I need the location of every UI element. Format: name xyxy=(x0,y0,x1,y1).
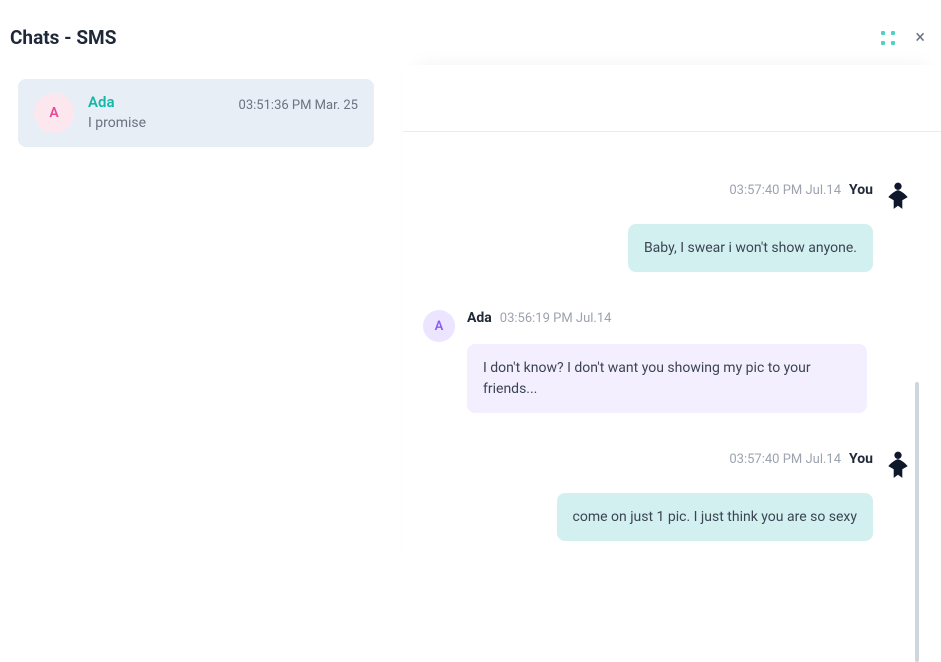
message-row: A Ada 03:56:19 PM Jul.14 I don't know? I… xyxy=(423,310,911,413)
message-row: You 03:57:40 PM Jul.14 Baby, I swear i w… xyxy=(423,182,911,272)
message-timestamp: 03:57:40 PM Jul.14 xyxy=(729,452,841,467)
message-timestamp: 03:57:40 PM Jul.14 xyxy=(729,183,841,198)
content: A Ada 03:51:36 PM Mar. 25 I promise xyxy=(0,65,941,583)
message-in: A Ada 03:56:19 PM Jul.14 I don't know? I… xyxy=(423,310,911,413)
chat-timestamp: 03:51:36 PM Mar. 25 xyxy=(239,98,358,113)
chat-preview: I promise xyxy=(88,115,358,131)
chat-avatar: A xyxy=(34,93,74,133)
message-bubble: come on just 1 pic. I just think you are… xyxy=(557,493,873,541)
contact-avatar: A xyxy=(423,310,455,342)
header: Chats - SMS × xyxy=(0,0,941,65)
expand-icon[interactable] xyxy=(881,31,895,45)
chat-list-item[interactable]: A Ada 03:51:36 PM Mar. 25 I promise xyxy=(18,79,374,147)
sender-name: Ada xyxy=(467,310,492,326)
scrollbar-thumb[interactable] xyxy=(915,382,919,662)
message-list: You 03:57:40 PM Jul.14 Baby, I swear i w… xyxy=(403,131,941,583)
message-header: Ada 03:56:19 PM Jul.14 xyxy=(467,310,867,326)
chat-top-row: Ada 03:51:36 PM Mar. 25 xyxy=(88,93,358,113)
chat-name: Ada xyxy=(88,93,115,111)
message-out: You 03:57:40 PM Jul.14 Baby, I swear i w… xyxy=(423,182,911,272)
you-avatar-icon xyxy=(885,182,911,210)
header-actions: × xyxy=(881,29,925,47)
message-header: You 03:57:40 PM Jul.14 xyxy=(729,451,873,467)
chat-info: Ada 03:51:36 PM Mar. 25 I promise xyxy=(88,93,358,131)
chat-list-sidebar: A Ada 03:51:36 PM Mar. 25 I promise xyxy=(0,65,392,583)
message-bubble: Baby, I swear i won't show anyone. xyxy=(628,224,873,272)
message-out: You 03:57:40 PM Jul.14 come on just 1 pi… xyxy=(423,451,911,541)
message-bubble: I don't know? I don't want you showing m… xyxy=(467,344,867,413)
message-row: You 03:57:40 PM Jul.14 come on just 1 pi… xyxy=(423,451,911,541)
conversation-inner: You 03:57:40 PM Jul.14 Baby, I swear i w… xyxy=(403,65,941,583)
page-title: Chats - SMS xyxy=(10,26,116,49)
message-side: You 03:57:40 PM Jul.14 Baby, I swear i w… xyxy=(628,182,873,272)
message-side: You 03:57:40 PM Jul.14 come on just 1 pi… xyxy=(557,451,873,541)
message-header: You 03:57:40 PM Jul.14 xyxy=(729,182,873,198)
message-side: Ada 03:56:19 PM Jul.14 I don't know? I d… xyxy=(467,310,867,413)
message-timestamp: 03:56:19 PM Jul.14 xyxy=(500,311,612,326)
sender-name: You xyxy=(849,182,873,198)
sender-name: You xyxy=(849,451,873,467)
conversation-panel: You 03:57:40 PM Jul.14 Baby, I swear i w… xyxy=(392,65,941,583)
close-icon[interactable]: × xyxy=(915,29,925,47)
you-avatar-icon xyxy=(885,451,911,479)
